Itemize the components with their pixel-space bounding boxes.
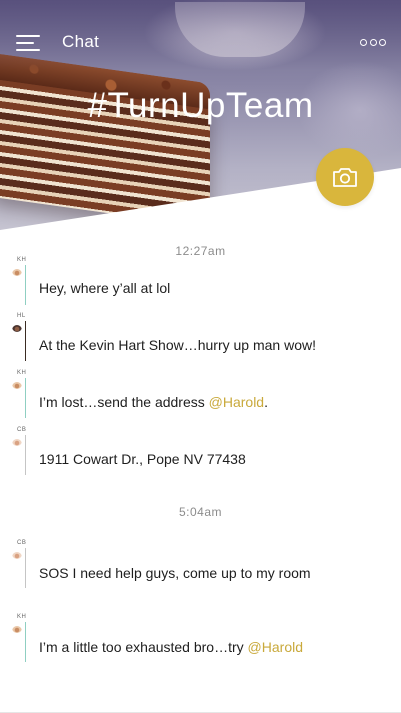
sender-initials: KH <box>17 370 27 376</box>
timestamp-divider: 5:04am <box>178 505 223 519</box>
sender-initials: KH <box>17 614 27 620</box>
message-rule <box>25 622 26 662</box>
message-rule <box>25 435 26 475</box>
message-suffix: . <box>264 394 268 410</box>
top-bar: Chat <box>0 26 401 60</box>
sender-avatar[interactable] <box>12 549 22 559</box>
mention-harold[interactable]: @Harold <box>209 394 264 410</box>
mention-harold[interactable]: @Harold <box>248 639 303 655</box>
chat-screen: Chat #TurnUpTeam 12:27am KH Hey, where y… <box>0 0 401 713</box>
message-text: I’m a little too exhausted bro…try @Haro… <box>39 639 303 655</box>
more-dots-icon[interactable] <box>360 39 386 47</box>
sender-avatar[interactable] <box>12 623 22 633</box>
sender-avatar[interactable] <box>12 322 22 332</box>
sender-avatar[interactable] <box>12 266 22 276</box>
hamburger-menu-icon[interactable] <box>16 35 40 51</box>
sender-initials: HL <box>17 313 26 319</box>
message-text: At the Kevin Hart Show…hurry up man wow! <box>39 337 317 353</box>
camera-button[interactable] <box>316 148 374 206</box>
sender-initials: CB <box>17 540 27 546</box>
message-body: I’m lost…send the address <box>39 394 209 410</box>
message-text: I’m lost…send the address @Harold. <box>39 394 268 410</box>
screen-title: Chat <box>62 32 100 51</box>
message-rule <box>25 378 26 418</box>
timestamp-divider: 12:27am <box>175 244 226 258</box>
message-body: I’m a little too exhausted bro…try <box>39 639 248 655</box>
message-text: SOS I need help guys, come up to my room <box>39 565 311 581</box>
sender-initials: KH <box>17 257 27 263</box>
message-rule <box>25 265 26 305</box>
sender-avatar[interactable] <box>12 379 22 389</box>
sender-initials: CB <box>17 427 27 433</box>
message-list[interactable]: 12:27am KH Hey, where y’all at lol HL At… <box>0 240 401 713</box>
channel-name: #TurnUpTeam <box>87 86 314 125</box>
sender-avatar[interactable] <box>12 436 22 446</box>
message-rule <box>25 548 26 588</box>
message-text: Hey, where y’all at lol <box>39 280 171 296</box>
message-text: 1911 Cowart Dr., Pope NV 77438 <box>39 451 246 467</box>
message-rule <box>25 321 26 361</box>
camera-icon <box>333 168 357 187</box>
